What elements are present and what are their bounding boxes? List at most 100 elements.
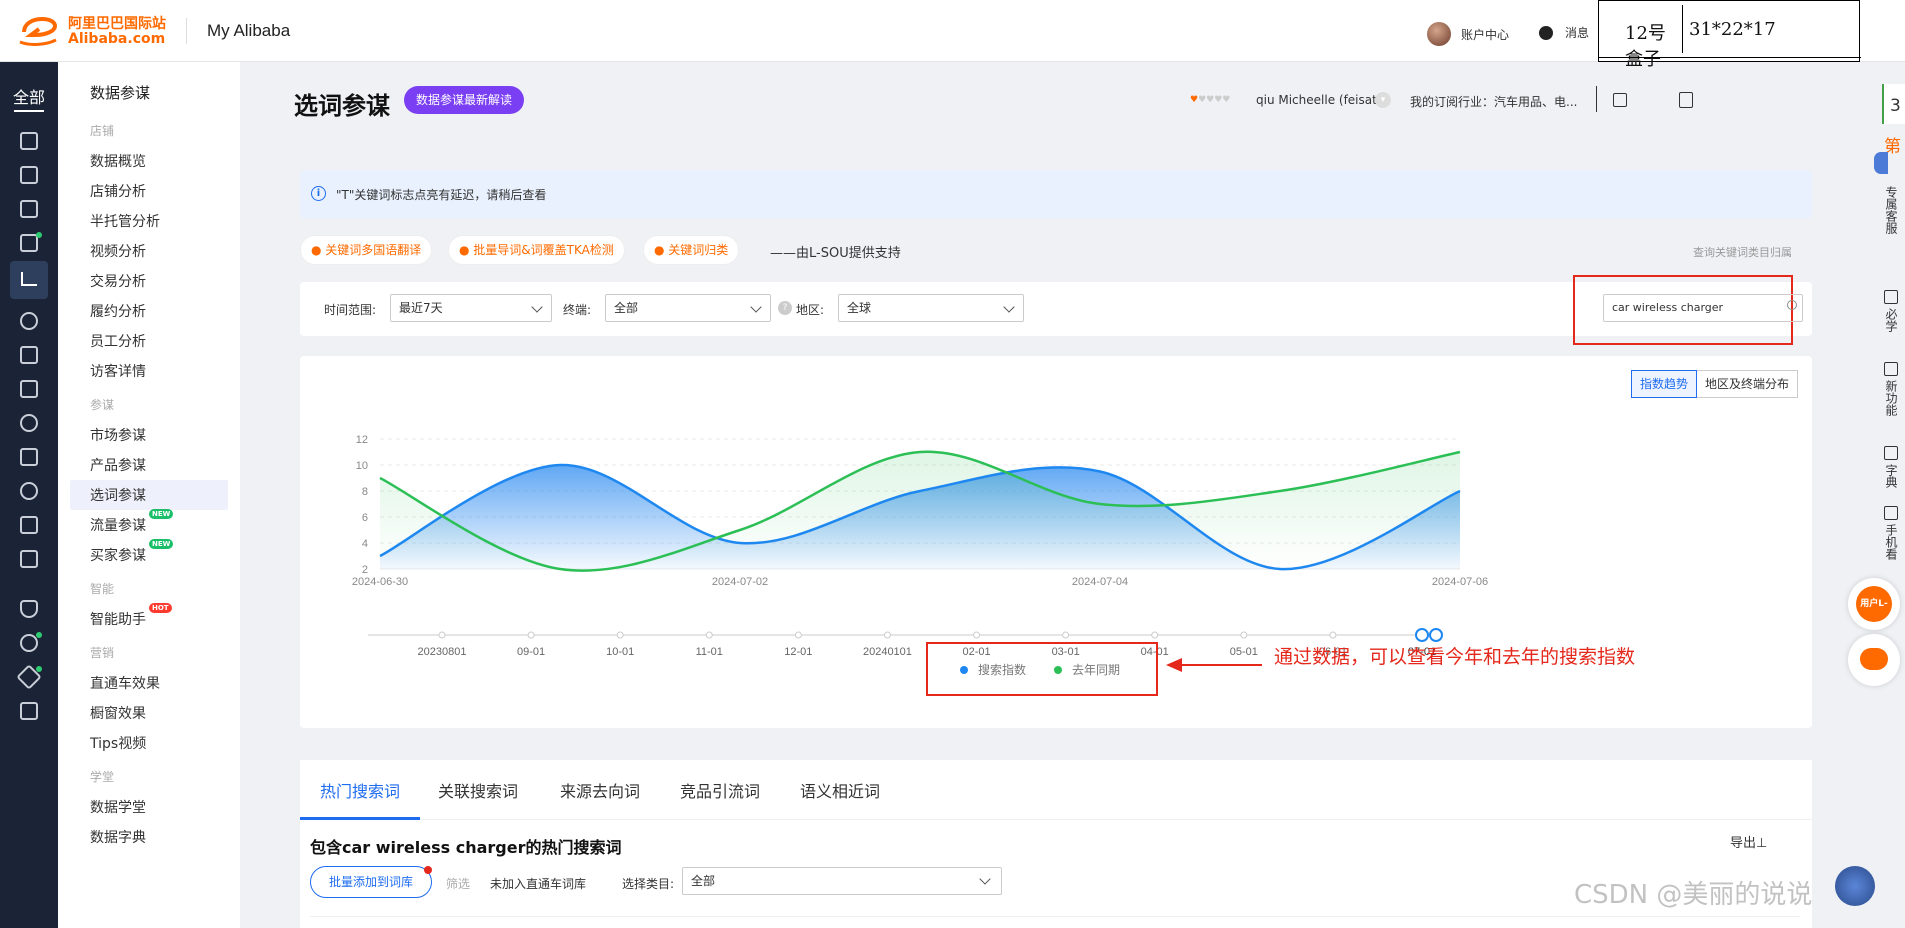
- rail-new-features[interactable]: 新功能: [1880, 362, 1902, 419]
- category-select[interactable]: 全部: [682, 867, 1002, 895]
- nav-item-staff[interactable]: 员工分析: [90, 331, 146, 351]
- timeline-point[interactable]: [438, 631, 446, 639]
- nav-item-assistant[interactable]: 智能助手: [90, 609, 146, 629]
- legend-label: 搜索指数: [978, 663, 1027, 677]
- nav-item-trade[interactable]: 交易分析: [90, 271, 146, 291]
- nav-item-showcase[interactable]: 橱窗效果: [90, 703, 146, 723]
- nav-item-store-analysis[interactable]: 店铺分析: [90, 181, 146, 201]
- nav-item-semi-managed[interactable]: 半托管分析: [90, 211, 160, 231]
- legend-item-last-year[interactable]: 去年同期: [1054, 661, 1120, 678]
- timeline-label[interactable]: 20230801: [418, 646, 467, 658]
- video-icon[interactable]: [20, 234, 38, 252]
- nav-item-traffic[interactable]: 流量参谋: [90, 515, 146, 535]
- tab-semantic-keywords[interactable]: 语义相近词: [800, 778, 880, 802]
- lsou-float-button[interactable]: 用户L-SOU: [1848, 578, 1900, 645]
- hot-badge: HOT: [149, 603, 172, 613]
- broadcast-icon[interactable]: [20, 312, 38, 330]
- nav-item-p4p[interactable]: 直通车效果: [90, 673, 160, 693]
- rail-support[interactable]: 专属客服: [1880, 186, 1902, 237]
- bulk-import-tool-button[interactable]: ● 批量导词&词覆盖TKA检测: [448, 235, 625, 265]
- timeline-point[interactable]: [1240, 631, 1248, 639]
- tab-hot-keywords[interactable]: 热门搜索词: [320, 778, 400, 802]
- latest-insights-button[interactable]: 数据参谋最新解读: [404, 86, 525, 114]
- nav-item-video[interactable]: 视频分析: [90, 241, 146, 261]
- time-range-select[interactable]: 最近7天: [390, 294, 552, 322]
- timeline-point[interactable]: [705, 631, 713, 639]
- timeline-label[interactable]: 10-01: [606, 646, 634, 658]
- timeline-label[interactable]: 11-01: [696, 646, 723, 658]
- timeline-label[interactable]: 09-01: [517, 646, 545, 658]
- classify-tool-button[interactable]: ● 关键词归类: [643, 235, 740, 265]
- users-icon[interactable]: [20, 414, 38, 432]
- rail-mobile[interactable]: 手机看: [1880, 506, 1902, 563]
- ship-icon[interactable]: [20, 516, 38, 534]
- info-icon: i: [311, 186, 326, 201]
- alibaba-logo[interactable]: 阿里巴巴国际站 Alibaba.com: [14, 14, 166, 50]
- chevron-down-icon[interactable]: ▾: [1375, 92, 1391, 108]
- logo-cn-text: 阿里巴巴国际站: [68, 16, 166, 32]
- timeline-point[interactable]: [794, 631, 802, 639]
- timeline-label[interactable]: 12-01: [784, 646, 812, 658]
- timeline-point[interactable]: [883, 631, 891, 639]
- timeline-point[interactable]: [616, 631, 624, 639]
- toolbox-icon[interactable]: [20, 702, 38, 720]
- nav-item-visitors[interactable]: 访客详情: [90, 361, 146, 381]
- tab-competitor-keywords[interactable]: 竞品引流词: [680, 778, 760, 802]
- search-icon[interactable]: [1787, 300, 1797, 310]
- category-lookup-link[interactable]: 查询关键词类目归属: [1693, 244, 1792, 260]
- window-icon[interactable]: [20, 200, 38, 218]
- timeline-point[interactable]: [1329, 631, 1337, 639]
- tab-related-keywords[interactable]: 关联搜索词: [438, 778, 518, 802]
- document-icon[interactable]: [1679, 92, 1693, 108]
- timeline-label[interactable]: 05-01: [1230, 646, 1258, 658]
- store-icon[interactable]: [20, 166, 38, 184]
- globe-icon[interactable]: [20, 482, 38, 500]
- nav-item-data-dictionary[interactable]: 数据字典: [90, 827, 146, 847]
- database-icon[interactable]: [20, 550, 38, 568]
- tab-source-keywords[interactable]: 来源去向词: [560, 778, 640, 802]
- annotation-text: 通过数据，可以查看今年和去年的搜索指数: [1274, 646, 1636, 668]
- subscribed-industry[interactable]: 我的订阅行业：汽车用品、电...: [1410, 93, 1577, 110]
- app-title[interactable]: My Alibaba: [207, 21, 290, 41]
- bulk-add-button[interactable]: 批量添加到词库: [310, 866, 432, 898]
- messages[interactable]: 消息: [1539, 24, 1589, 41]
- nav-item-data-academy[interactable]: 数据学堂: [90, 797, 146, 817]
- edit-icon[interactable]: [1613, 93, 1627, 107]
- nav-item-overview[interactable]: 数据概览: [90, 151, 146, 171]
- timeline-handle[interactable]: [1429, 628, 1443, 642]
- keyword-search-input[interactable]: car wireless charger: [1603, 294, 1803, 322]
- account-center[interactable]: 账户中心: [1427, 22, 1509, 46]
- export-button[interactable]: 导出⊥: [1730, 832, 1767, 851]
- play-icon: [1884, 362, 1898, 376]
- nav-item-keyword[interactable]: 选词参谋: [90, 485, 146, 505]
- translate-tool-button[interactable]: ● 关键词多国语翻译: [300, 235, 433, 265]
- nav-item-tips-video[interactable]: Tips视频: [90, 733, 146, 753]
- nav-item-fulfillment[interactable]: 履约分析: [90, 301, 146, 321]
- terminal-select[interactable]: 全部: [605, 294, 771, 322]
- filter-option[interactable]: 未加入直通车词库: [490, 875, 586, 892]
- help-icon[interactable]: ?: [778, 301, 792, 315]
- timeline-point[interactable]: [1415, 628, 1429, 642]
- region-select[interactable]: 全球: [838, 294, 1024, 322]
- chat-icon[interactable]: [20, 380, 38, 398]
- timeline-point[interactable]: [1062, 631, 1070, 639]
- rail-must-learn[interactable]: 必学: [1880, 290, 1902, 335]
- alibaba-logo-icon: [19, 16, 58, 46]
- legend-item-search-index[interactable]: 搜索指数: [960, 661, 1026, 678]
- annotation-arrow: [1170, 664, 1262, 666]
- nav-all[interactable]: 全部: [0, 84, 58, 108]
- nav-item-product[interactable]: 产品参谋: [90, 455, 146, 475]
- home-icon[interactable]: [20, 132, 38, 150]
- timeline-label[interactable]: 20240101: [863, 646, 912, 658]
- ticket-icon[interactable]: [20, 346, 38, 364]
- shield-icon[interactable]: [20, 600, 38, 618]
- timeline-point[interactable]: [1151, 631, 1159, 639]
- timeline-point[interactable]: [527, 631, 535, 639]
- timeline-point[interactable]: [973, 631, 981, 639]
- chat-float-button[interactable]: [1848, 634, 1900, 686]
- rail-dictionary[interactable]: 字典: [1880, 446, 1902, 491]
- sprout-icon[interactable]: [20, 634, 38, 652]
- clipboard-icon[interactable]: [20, 448, 38, 466]
- nav-item-market[interactable]: 市场参谋: [90, 425, 146, 445]
- nav-item-buyer[interactable]: 买家参谋: [90, 545, 146, 565]
